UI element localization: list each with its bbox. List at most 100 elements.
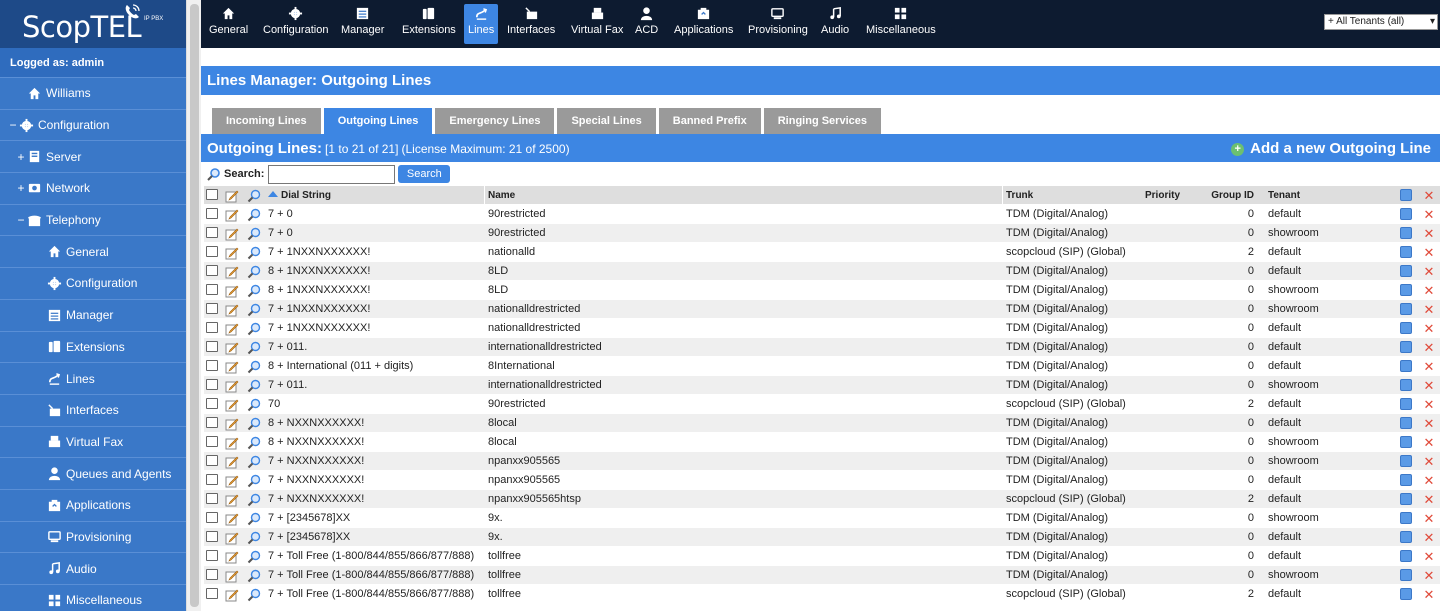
row-checkbox[interactable]	[206, 265, 218, 276]
row-checkbox[interactable]	[206, 379, 218, 390]
view-icon[interactable]	[246, 357, 262, 376]
delete-icon[interactable]: ✕	[1423, 224, 1435, 243]
sidebar-item-telephony[interactable]: − Telephony	[0, 204, 186, 237]
edit-icon[interactable]	[224, 452, 240, 471]
sidebar-item-configuration[interactable]: − Configuration	[0, 109, 186, 142]
sidebar-item-queues-and-agents[interactable]: Queues and Agents	[0, 458, 186, 490]
edit-icon[interactable]	[224, 376, 240, 395]
row-checkbox[interactable]	[206, 474, 218, 485]
enabled-checkbox-icon[interactable]	[1400, 474, 1412, 486]
topnav-miscellaneous[interactable]: Miscellaneous	[866, 4, 936, 44]
column-group-id[interactable]: Group ID	[1194, 186, 1254, 205]
delete-icon[interactable]: ✕	[1423, 547, 1435, 566]
view-icon[interactable]	[246, 395, 262, 414]
logo[interactable]: ScopTEL IP PBX	[0, 0, 186, 48]
sidebar-item-general[interactable]: General	[0, 236, 186, 269]
edit-icon[interactable]	[224, 262, 240, 281]
row-checkbox[interactable]	[206, 398, 218, 409]
view-icon[interactable]	[246, 585, 262, 604]
add-outgoing-line-button[interactable]: + Add a new Outgoing Line	[1231, 136, 1431, 162]
enabled-checkbox-icon[interactable]	[1400, 569, 1412, 581]
row-checkbox[interactable]	[206, 227, 218, 238]
row-checkbox[interactable]	[206, 284, 218, 295]
delete-icon[interactable]: ✕	[1423, 262, 1435, 281]
edit-icon[interactable]	[224, 414, 240, 433]
edit-icon[interactable]	[224, 281, 240, 300]
enabled-checkbox-icon[interactable]	[1400, 512, 1412, 524]
delete-icon[interactable]: ✕	[1423, 433, 1435, 452]
view-icon[interactable]	[246, 566, 262, 585]
view-icon[interactable]	[246, 319, 262, 338]
topnav-interfaces[interactable]: Interfaces	[507, 4, 555, 44]
row-checkbox[interactable]	[206, 303, 218, 314]
topnav-extensions[interactable]: Extensions	[402, 4, 456, 44]
view-icon[interactable]	[246, 281, 262, 300]
enabled-checkbox-icon[interactable]	[1400, 360, 1412, 372]
view-icon[interactable]	[246, 452, 262, 471]
view-icon[interactable]	[246, 224, 262, 243]
enabled-checkbox-icon[interactable]	[1400, 341, 1412, 353]
topnav-audio[interactable]: Audio	[821, 4, 849, 44]
view-icon[interactable]	[246, 547, 262, 566]
enabled-checkbox-icon[interactable]	[1400, 322, 1412, 334]
column-tenant[interactable]: Tenant	[1268, 186, 1300, 205]
tab-emergency-lines[interactable]: Emergency Lines	[435, 108, 555, 134]
row-checkbox[interactable]	[206, 512, 218, 523]
view-icon[interactable]	[246, 528, 262, 547]
view-icon[interactable]	[246, 376, 262, 395]
sidebar-item-lines[interactable]: Lines	[0, 363, 186, 395]
topnav-virtual-fax[interactable]: Virtual Fax	[571, 4, 623, 44]
view-icon[interactable]	[246, 490, 262, 509]
edit-icon[interactable]	[224, 224, 240, 243]
row-checkbox[interactable]	[206, 360, 218, 371]
edit-icon[interactable]	[224, 205, 240, 224]
edit-icon[interactable]	[224, 547, 240, 566]
enabled-checkbox-icon[interactable]	[1400, 265, 1412, 277]
edit-icon[interactable]	[224, 433, 240, 452]
tab-ringing-services[interactable]: Ringing Services	[763, 108, 881, 134]
delete-icon[interactable]: ✕	[1423, 509, 1435, 528]
sidebar-scrollbar[interactable]	[186, 0, 201, 611]
enabled-checkbox-icon[interactable]	[1400, 417, 1412, 429]
delete-icon[interactable]: ✕	[1423, 414, 1435, 433]
sidebar-item-interfaces[interactable]: Interfaces	[0, 394, 186, 427]
row-checkbox[interactable]	[206, 341, 218, 352]
enabled-checkbox-icon[interactable]	[1400, 284, 1412, 296]
edit-icon[interactable]	[224, 395, 240, 414]
delete-icon[interactable]: ✕	[1423, 376, 1435, 395]
delete-icon[interactable]: ✕	[1423, 528, 1435, 547]
view-icon[interactable]	[246, 433, 262, 452]
sidebar-item-server[interactable]: + Server	[0, 141, 186, 174]
search-input[interactable]	[268, 164, 396, 184]
delete-icon[interactable]: ✕	[1423, 281, 1435, 300]
topnav-provisioning[interactable]: Provisioning	[748, 4, 808, 44]
view-icon[interactable]	[246, 471, 262, 490]
enabled-checkbox-icon[interactable]	[1400, 531, 1412, 543]
row-checkbox[interactable]	[206, 531, 218, 542]
view-icon[interactable]	[246, 243, 262, 262]
sidebar-item-network[interactable]: + Network	[0, 173, 186, 205]
edit-icon[interactable]	[224, 509, 240, 528]
row-checkbox[interactable]	[206, 588, 218, 599]
edit-icon[interactable]	[224, 243, 240, 262]
column-name[interactable]: Name	[488, 186, 515, 205]
row-checkbox[interactable]	[206, 550, 218, 561]
delete-icon[interactable]: ✕	[1423, 319, 1435, 338]
sidebar-item-applications[interactable]: Applications	[0, 489, 186, 522]
enabled-checkbox-icon[interactable]	[1400, 493, 1412, 505]
edit-icon[interactable]	[224, 319, 240, 338]
edit-icon[interactable]	[224, 528, 240, 547]
view-icon[interactable]	[246, 205, 262, 224]
row-checkbox[interactable]	[206, 455, 218, 466]
delete-icon[interactable]: ✕	[1423, 357, 1435, 376]
expand-icon[interactable]: +	[16, 150, 26, 164]
sidebar-item-provisioning[interactable]: Provisioning	[0, 521, 186, 554]
sidebar-item-configuration[interactable]: Configuration	[0, 268, 186, 300]
collapse-icon[interactable]: −	[16, 213, 26, 227]
row-checkbox[interactable]	[206, 436, 218, 447]
enabled-checkbox-icon[interactable]	[1400, 436, 1412, 448]
enabled-checkbox-icon[interactable]	[1400, 227, 1412, 239]
row-checkbox[interactable]	[206, 246, 218, 257]
edit-icon[interactable]	[224, 300, 240, 319]
enabled-checkbox-icon[interactable]	[1400, 246, 1412, 258]
